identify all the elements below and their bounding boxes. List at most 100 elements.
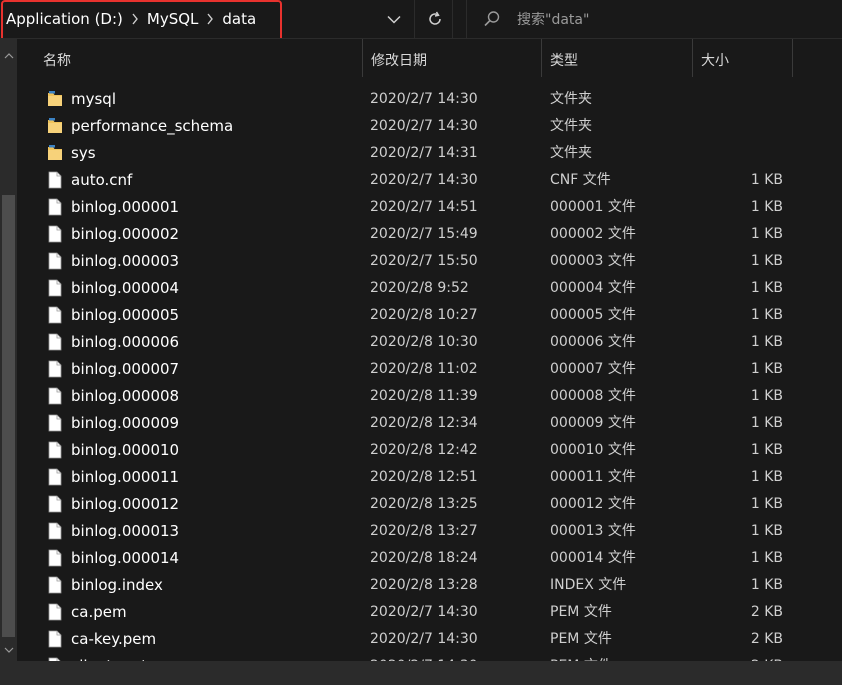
file-type: INDEX 文件 (550, 577, 627, 593)
scroll-up-icon[interactable] (2, 47, 15, 64)
list-item[interactable]: ca-key.pem 2020/2/7 14:30 PEM 文件 2 KB (17, 626, 842, 653)
address-bar[interactable]: Application (D:) MySQL data (0, 0, 415, 38)
file-date: 2020/2/7 14:30 (370, 172, 478, 188)
list-item[interactable]: binlog.000003 2020/2/7 15:50 000003 文件 1 KB (17, 248, 842, 275)
file-date: 2020/2/7 14:30 (370, 631, 478, 647)
file-date: 2020/2/8 9:52 (370, 280, 469, 296)
file-name: binlog.000002 (71, 225, 180, 243)
folder-icon (47, 90, 63, 108)
file-name: binlog.000012 (71, 495, 180, 513)
search-input[interactable] (515, 5, 819, 35)
file-name: client-cert.pem (71, 653, 185, 661)
file-date: 2020/2/8 11:02 (370, 361, 478, 377)
chevron-down-icon[interactable] (380, 5, 408, 33)
list-item[interactable]: performance_schema 2020/2/7 14:30 文件夹 (17, 113, 842, 140)
list-item[interactable]: binlog.000014 2020/2/8 18:24 000014 文件 1 KB (17, 545, 842, 572)
file-size: 1 KB (750, 172, 783, 188)
file-name: binlog.000005 (71, 306, 180, 324)
file-size: 1 KB (750, 226, 783, 242)
file-icon (47, 171, 63, 189)
scroll-down-icon[interactable] (2, 641, 15, 658)
folder-icon (47, 144, 63, 162)
file-type: 000013 文件 (550, 523, 636, 539)
file-icon (47, 360, 63, 378)
breadcrumb-data[interactable]: data (222, 10, 256, 28)
file-date: 2020/2/8 10:30 (370, 334, 478, 350)
file-icon (47, 198, 63, 216)
file-date: 2020/2/7 15:50 (370, 253, 478, 269)
file-size: 1 KB (750, 496, 783, 512)
file-type: 文件夹 (550, 118, 592, 134)
column-header-type[interactable]: 类型 (541, 39, 692, 77)
file-size: 1 KB (750, 442, 783, 458)
file-type: PEM 文件 (550, 631, 612, 647)
vertical-scrollbar[interactable] (0, 39, 17, 661)
column-header-size[interactable]: 大小 (692, 39, 793, 77)
file-name: binlog.000009 (71, 414, 180, 432)
file-name: binlog.index (71, 576, 163, 594)
list-item[interactable]: client-cert.pem 2020/2/7 14:30 PEM 文件 2 KB (17, 653, 842, 661)
file-size: 1 KB (750, 523, 783, 539)
file-type: 000014 文件 (550, 550, 636, 566)
file-size: 1 KB (750, 199, 783, 215)
file-name: binlog.000001 (71, 198, 180, 216)
list-item[interactable]: auto.cnf 2020/2/7 14:30 CNF 文件 1 KB (17, 167, 842, 194)
list-item[interactable]: binlog.index 2020/2/8 13:28 INDEX 文件 1 KB (17, 572, 842, 599)
file-type: 000005 文件 (550, 307, 636, 323)
file-name: binlog.000006 (71, 333, 180, 351)
file-type: 000010 文件 (550, 442, 636, 458)
breadcrumb-mysql[interactable]: MySQL (147, 10, 199, 28)
column-header-date[interactable]: 修改日期 (362, 39, 541, 77)
breadcrumb-drive[interactable]: Application (D:) (6, 10, 123, 28)
file-type: 文件夹 (550, 91, 592, 107)
file-date: 2020/2/7 14:31 (370, 145, 478, 161)
file-name: performance_schema (71, 117, 234, 135)
file-size: 1 KB (750, 253, 783, 269)
search-box[interactable] (466, 0, 842, 38)
breadcrumb: Application (D:) MySQL data (6, 0, 256, 38)
file-size: 1 KB (750, 550, 783, 566)
file-type: 000007 文件 (550, 361, 636, 377)
file-date: 2020/2/8 11:39 (370, 388, 478, 404)
folder-icon (47, 117, 63, 135)
chevron-right-icon[interactable] (123, 13, 147, 25)
column-header-name[interactable]: 名称 (35, 39, 362, 77)
list-item[interactable]: binlog.000012 2020/2/8 13:25 000012 文件 1 KB (17, 491, 842, 518)
list-item[interactable]: binlog.000004 2020/2/8 9:52 000004 文件 1 KB (17, 275, 842, 302)
file-date: 2020/2/7 14:51 (370, 199, 478, 215)
file-type: 000011 文件 (550, 469, 636, 485)
list-item[interactable]: binlog.000013 2020/2/8 13:27 000013 文件 1 KB (17, 518, 842, 545)
list-item[interactable]: sys 2020/2/7 14:31 文件夹 (17, 140, 842, 167)
file-date: 2020/2/8 12:42 (370, 442, 478, 458)
bottom-bar (0, 661, 842, 685)
list-item[interactable]: binlog.000008 2020/2/8 11:39 000008 文件 1 KB (17, 383, 842, 410)
refresh-icon (429, 11, 441, 25)
list-item[interactable]: binlog.000002 2020/2/7 15:49 000002 文件 1 KB (17, 221, 842, 248)
file-icon (47, 414, 63, 432)
list-item[interactable]: binlog.000005 2020/2/8 10:27 000005 文件 1 KB (17, 302, 842, 329)
list-item[interactable]: binlog.000010 2020/2/8 12:42 000010 文件 1 KB (17, 437, 842, 464)
file-date: 2020/2/8 10:27 (370, 307, 478, 323)
search-icon (484, 11, 500, 27)
list-item[interactable]: binlog.000007 2020/2/8 11:02 000007 文件 1 KB (17, 356, 842, 383)
list-item[interactable]: mysql 2020/2/7 14:30 文件夹 (17, 86, 842, 113)
refresh-button[interactable] (418, 0, 453, 38)
list-item[interactable]: binlog.000011 2020/2/8 12:51 000011 文件 1 KB (17, 464, 842, 491)
file-type: 000001 文件 (550, 199, 636, 215)
list-item[interactable]: binlog.000009 2020/2/8 12:34 000009 文件 1 KB (17, 410, 842, 437)
file-type: 000009 文件 (550, 415, 636, 431)
file-name: binlog.000010 (71, 441, 180, 459)
file-type: 000006 文件 (550, 334, 636, 350)
file-type: 000004 文件 (550, 280, 636, 296)
list-item[interactable]: ca.pem 2020/2/7 14:30 PEM 文件 2 KB (17, 599, 842, 626)
file-type: PEM 文件 (550, 653, 612, 661)
list-item[interactable]: binlog.000006 2020/2/8 10:30 000006 文件 1 KB (17, 329, 842, 356)
scrollbar-thumb[interactable] (2, 195, 15, 637)
chevron-right-icon[interactable] (198, 13, 222, 25)
list-item[interactable]: binlog.000001 2020/2/7 14:51 000001 文件 1 KB (17, 194, 842, 221)
file-name: ca.pem (71, 603, 127, 621)
file-icon (47, 576, 63, 594)
file-date: 2020/2/7 14:30 (370, 653, 478, 661)
file-icon (47, 333, 63, 351)
file-size: 1 KB (750, 307, 783, 323)
